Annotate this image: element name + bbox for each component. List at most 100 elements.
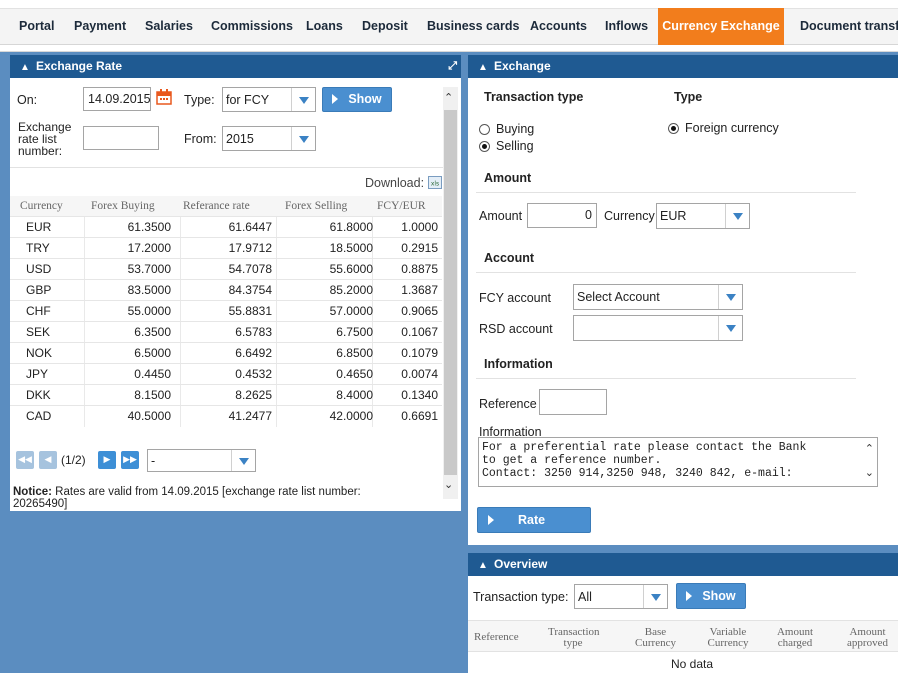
currency-cell: TRY — [26, 241, 50, 255]
ov-col-variable-currency[interactable]: Variable Currency — [698, 627, 758, 649]
table-row[interactable]: GBP 83.5000 84.3754 85.2000 1.3687 — [10, 279, 442, 301]
overview-transaction-type-value: All — [578, 590, 592, 604]
forex-buying-cell: 17.2000 — [127, 241, 171, 255]
nav-currency-exchange[interactable]: Currency Exchange — [658, 8, 784, 45]
rate-button-label: Rate — [518, 513, 546, 527]
column-divider — [180, 217, 181, 238]
fcy-account-select[interactable]: Select Account — [573, 284, 743, 310]
col-forex-selling[interactable]: Forex Selling — [285, 200, 347, 212]
nav-document-transfer[interactable]: Document transfer — [800, 8, 898, 45]
prev-page-button[interactable]: ◀ — [39, 451, 57, 469]
table-row[interactable]: CAD 40.5000 41.2477 42.0000 0.6691 — [10, 405, 442, 427]
chevron-down-icon — [718, 316, 742, 340]
nav-business-cards[interactable]: Business cards — [427, 8, 519, 45]
table-row[interactable]: CHF 55.0000 55.8831 57.0000 0.9065 — [10, 300, 442, 322]
nav-deposit[interactable]: Deposit — [362, 8, 408, 45]
column-divider — [276, 280, 277, 301]
scroll-down-icon[interactable]: ⌄ — [444, 478, 453, 491]
column-divider — [180, 280, 181, 301]
column-divider — [84, 301, 85, 322]
fcy-eur-cell: 0.9065 — [401, 304, 438, 318]
rsd-account-select[interactable] — [573, 315, 743, 341]
column-divider — [84, 280, 85, 301]
foreign-currency-radio[interactable] — [668, 123, 679, 134]
nav-payment[interactable]: Payment — [74, 8, 126, 45]
notice-label: Notice: — [13, 486, 52, 498]
pager-text: (1/2) — [61, 453, 86, 467]
ov-col-amount-charged[interactable]: Amount charged — [770, 627, 820, 649]
col-fcy-eur[interactable]: FCY/EUR — [377, 200, 426, 212]
list-number-input[interactable] — [83, 126, 159, 150]
nav-commissions[interactable]: Commissions — [211, 8, 293, 45]
first-page-button[interactable]: ◀◀ — [16, 451, 34, 469]
column-divider — [276, 259, 277, 280]
table-row[interactable]: TRY 17.2000 17.9712 18.5000 0.2915 — [10, 237, 442, 259]
type-select[interactable]: for FCY — [222, 87, 316, 112]
collapse-caret-icon[interactable]: ▲ — [20, 56, 36, 78]
next-page-button[interactable]: ▶ — [98, 451, 116, 469]
calendar-icon[interactable] — [156, 89, 172, 105]
selling-radio[interactable] — [479, 141, 490, 152]
exchange-rate-title: Exchange Rate — [36, 59, 123, 73]
excel-icon[interactable]: xls — [428, 176, 442, 189]
date-input[interactable]: 14.09.2015 — [83, 87, 151, 111]
currency-select[interactable]: EUR — [656, 203, 750, 229]
next-page-icon: ▶ — [103, 455, 111, 465]
show-rates-button[interactable]: Show — [322, 87, 392, 112]
page-size-value: - — [151, 454, 156, 468]
ov-col-transaction-type[interactable]: Transaction type — [548, 627, 600, 649]
buying-radio[interactable] — [479, 124, 490, 135]
ov-col-reference[interactable]: Reference — [474, 632, 519, 643]
referance-rate-cell: 6.5783 — [235, 325, 272, 339]
information-textarea[interactable]: For a preferential rate please contact t… — [478, 437, 878, 487]
overview-transaction-type-select[interactable]: All — [574, 584, 668, 609]
fcy-eur-cell: 0.8875 — [401, 262, 438, 276]
table-row[interactable]: JPY 0.4450 0.4532 0.4650 0.0074 — [10, 363, 442, 385]
overview-show-button[interactable]: Show — [676, 583, 746, 609]
textarea-scroll-up-icon[interactable]: ⌃ — [865, 442, 874, 455]
table-row[interactable]: DKK 8.1500 8.2625 8.4000 0.1340 — [10, 384, 442, 406]
table-row[interactable]: USD 53.7000 54.7078 55.6000 0.8875 — [10, 258, 442, 280]
forex-selling-cell: 61.8000 — [329, 220, 373, 234]
col-referance-rate[interactable]: Referance rate — [183, 200, 250, 212]
currency-cell: CAD — [26, 409, 52, 423]
panel-scrollbar-thumb[interactable] — [444, 110, 457, 475]
collapse-caret-icon[interactable]: ▲ — [478, 56, 494, 78]
last-page-button[interactable]: ▶▶ — [121, 451, 139, 469]
table-row[interactable]: EUR 61.3500 61.6447 61.8000 1.0000 — [10, 216, 442, 238]
amount-input[interactable]: 0 — [527, 203, 597, 228]
notice-body: Rates are valid from 14.09.2015 [exchang… — [51, 486, 361, 498]
download-label: Download: — [365, 176, 425, 190]
nav-inflows[interactable]: Inflows — [605, 8, 648, 45]
last-page-icon: ▶▶ — [123, 455, 137, 465]
referance-rate-cell: 84.3754 — [228, 283, 272, 297]
nav-salaries[interactable]: Salaries — [145, 8, 193, 45]
overview-transaction-type-label: Transaction type: — [473, 590, 569, 604]
scroll-up-icon[interactable]: ⌃ — [444, 91, 453, 104]
col-currency[interactable]: Currency — [20, 200, 63, 212]
currency-label: Currency — [604, 209, 655, 223]
reference-input[interactable] — [539, 389, 607, 415]
column-divider — [180, 322, 181, 343]
expand-icon[interactable]: ⤢ — [448, 55, 457, 78]
from-select[interactable]: 2015 — [222, 126, 316, 151]
prev-page-icon: ◀ — [44, 455, 52, 465]
overview-show-label: Show — [702, 589, 736, 603]
collapse-caret-icon[interactable]: ▲ — [478, 554, 494, 576]
divider — [476, 192, 856, 193]
ov-col-base-currency[interactable]: Base Currency — [628, 627, 683, 649]
ov-col-amount-approved[interactable]: Amount approved — [840, 627, 895, 649]
column-divider — [276, 322, 277, 343]
currency-cell: JPY — [26, 367, 49, 381]
nav-portal[interactable]: Portal — [19, 8, 54, 45]
col-forex-buying[interactable]: Forex Buying — [91, 200, 155, 212]
nav-loans[interactable]: Loans — [306, 8, 343, 45]
table-row[interactable]: SEK 6.3500 6.5783 6.7500 0.1067 — [10, 321, 442, 343]
column-divider — [84, 364, 85, 385]
textarea-scroll-down-icon[interactable]: ⌄ — [865, 466, 874, 479]
play-icon — [686, 590, 693, 601]
page-size-select[interactable]: - — [147, 449, 256, 472]
table-row[interactable]: NOK 6.5000 6.6492 6.8500 0.1079 — [10, 342, 442, 364]
nav-accounts[interactable]: Accounts — [530, 8, 587, 45]
rate-button[interactable]: Rate — [477, 507, 591, 533]
